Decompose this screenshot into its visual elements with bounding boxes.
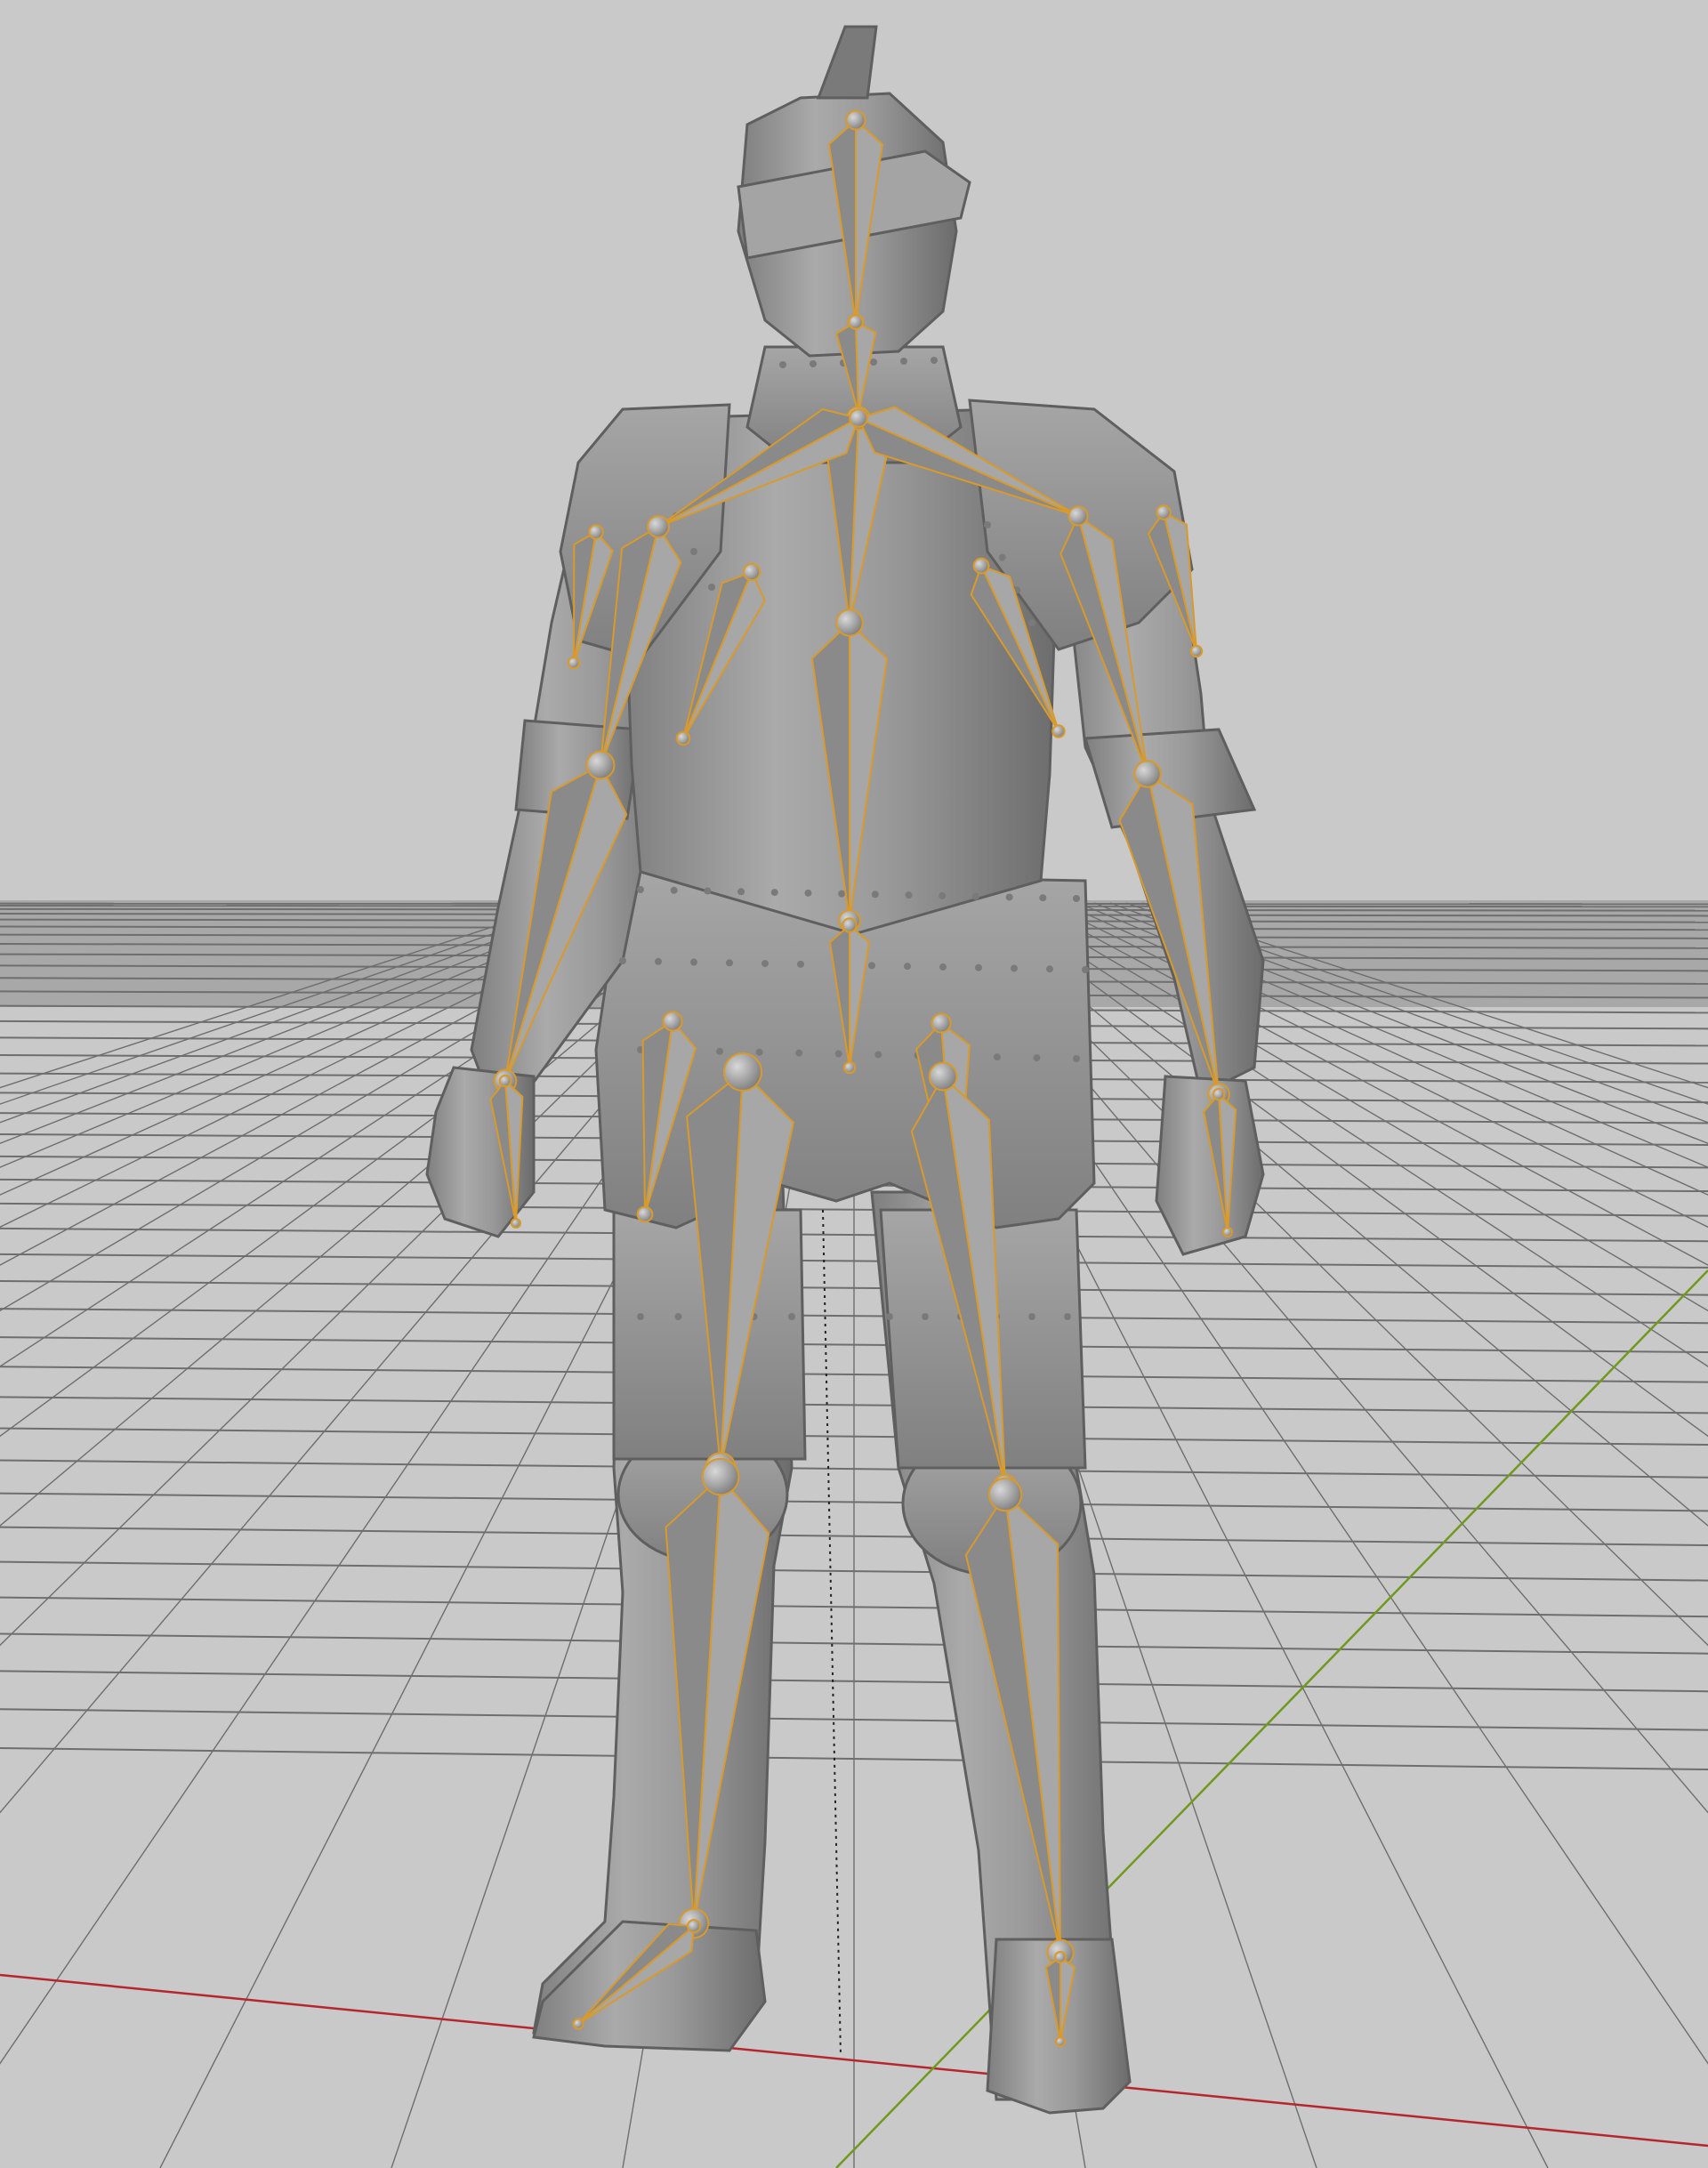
rivet [637,886,644,893]
bone-joint[interactable] [662,1011,683,1032]
bone-joint[interactable] [972,557,990,575]
rivet [619,957,626,964]
rivet [931,357,938,364]
rivet [804,889,812,897]
bone-joint[interactable] [1156,504,1172,520]
rivet [874,1051,882,1059]
bone-joint[interactable] [588,524,604,540]
bone-joint[interactable] [1068,505,1089,527]
rivet [904,963,911,971]
rivet [1028,1313,1035,1320]
rivet [1005,893,1013,901]
rivet [674,1313,682,1320]
rivet [690,958,697,966]
rivet [1028,619,1035,626]
rivet [690,548,697,555]
bone-joint[interactable] [928,1061,958,1092]
rivet [704,887,712,895]
rivet [975,963,982,971]
bone-joint[interactable] [498,1074,512,1088]
rivet [770,889,778,897]
bone-joint[interactable] [1054,1951,1067,1963]
rivet [993,1053,1001,1061]
bone-joint[interactable] [987,1477,1023,1512]
bone-joint[interactable] [701,1457,740,1496]
rivet [795,1049,803,1057]
rivet [788,1313,795,1320]
bone-joint[interactable] [636,1205,654,1223]
bone-joint[interactable] [842,917,858,933]
bone-joint[interactable] [723,1052,762,1092]
bone-joint[interactable] [572,2018,584,2030]
rivet [737,888,745,896]
rivet [1073,1055,1080,1062]
bone-joint[interactable] [742,562,761,582]
bone-joint[interactable] [1212,1087,1226,1101]
rivet [716,1047,724,1055]
rivet [870,359,877,366]
rivet [755,1048,763,1056]
3d-viewport[interactable] [0,0,1708,2168]
bone-joint[interactable] [585,750,616,780]
rivet [779,361,786,368]
rivet [871,891,879,899]
bone-joint[interactable] [675,730,691,746]
bone-joint[interactable] [835,608,864,637]
bone-joint[interactable] [931,1012,952,1034]
bone-joint[interactable] [845,109,866,131]
rivet [655,957,662,965]
bone-joint[interactable] [567,656,581,670]
bone-joint[interactable] [510,1217,522,1229]
bone-joint[interactable] [849,408,868,428]
rivet [1073,895,1080,902]
bone-joint[interactable] [647,515,670,538]
rivet [886,1313,893,1320]
bone-joint[interactable] [687,1919,701,1933]
rivet [971,892,979,900]
bone-joint[interactable] [848,314,864,330]
rivet [984,521,991,528]
rivet [868,962,875,970]
rivet [797,960,804,968]
rivet [1033,1054,1041,1062]
rivet [922,1313,929,1320]
rivet [670,886,678,894]
rivet [810,360,817,367]
rivet [905,891,913,899]
right-gauntlet[interactable] [1155,1075,1265,1256]
rivet [761,960,769,968]
rivet [637,1313,644,1320]
rivet [838,890,846,898]
rivet [939,891,947,899]
rivet [900,358,907,365]
bone-joint[interactable] [1189,644,1204,658]
bone-joint[interactable] [842,1060,857,1075]
rivet [726,959,733,967]
bone-joint[interactable] [1051,724,1066,738]
bone-joint[interactable] [1221,1226,1234,1238]
bone-joint[interactable] [1055,2036,1066,2047]
rivet [1039,894,1047,902]
rivet [1082,966,1089,973]
rivet [1046,965,1053,973]
rivet [708,584,715,591]
bone-joint[interactable] [1133,760,1162,788]
rivet [998,553,1006,561]
rivet [939,963,947,971]
rivet [1011,964,1018,972]
rivet [1064,1313,1071,1320]
rivet [834,1050,842,1058]
